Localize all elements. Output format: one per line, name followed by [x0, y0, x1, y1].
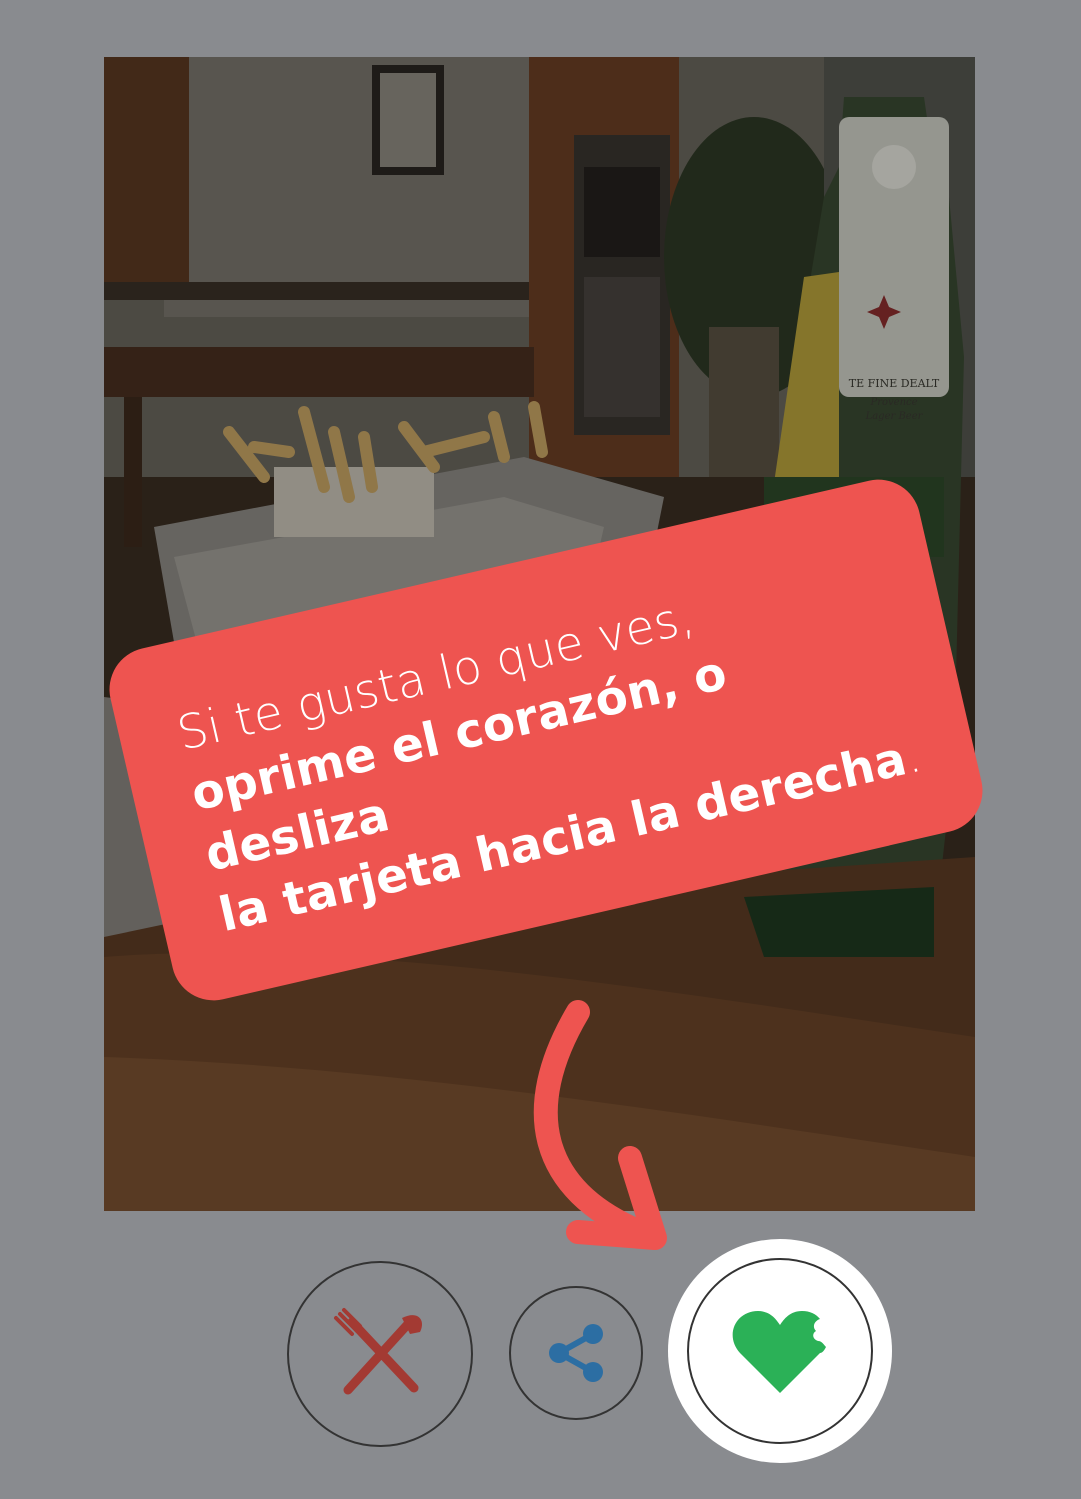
share-button[interactable] [509, 1286, 643, 1420]
heart-bite-icon [732, 1311, 826, 1393]
like-button[interactable] [687, 1258, 873, 1444]
share-icon [549, 1324, 603, 1382]
crossed-fork-knife-icon [334, 1308, 422, 1395]
nope-button[interactable] [287, 1261, 473, 1447]
